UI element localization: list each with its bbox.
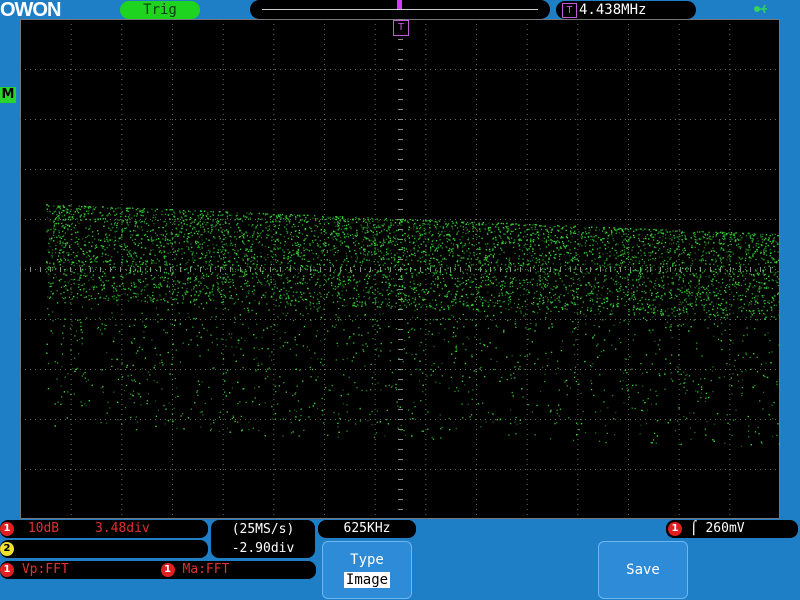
memory-position-bar [250, 0, 550, 19]
type-softkey-value: Image [343, 572, 391, 588]
sample-rate: (25MS/s) [231, 522, 295, 537]
ch1-index-icon: 1 [0, 521, 14, 536]
trigger-frequency-readout: T 4.438MHz [556, 1, 696, 19]
trigger-channel-icon: 1 [668, 521, 682, 536]
ch1-scale: 10dB [27, 521, 60, 536]
usb-icon [752, 2, 770, 18]
trigger-position-marker: T [393, 20, 409, 36]
fft-status: 1 Vp:FFT 1 Ma:FFT [0, 561, 316, 579]
ch1-status: 1 10dB 3.48div [0, 520, 208, 538]
timebase-status: (25MS/s) -2.90div [211, 520, 315, 558]
type-softkey[interactable]: Type Image [322, 541, 412, 599]
waveform-display[interactable] [20, 19, 780, 519]
math-channel-marker: M [0, 87, 16, 103]
fft-mode-icon: 1 [160, 562, 175, 577]
trigger-icon: T [562, 2, 577, 18]
fft-source: Vp:FFT [21, 562, 69, 577]
type-softkey-label: Type [350, 552, 384, 568]
fft-frequency-readout: 625KHz [318, 520, 416, 538]
trigger-status-badge: Trig [120, 1, 200, 19]
fft-source-icon: 1 [0, 562, 14, 577]
fft-noise-trace [46, 204, 780, 447]
save-button[interactable]: Save [598, 541, 688, 599]
time-offset: -2.90div [231, 541, 295, 556]
fft-mode: Ma:FFT [182, 562, 230, 577]
trigger-level-readout: 1 ⌠ 260mV [666, 520, 798, 538]
trigger-frequency-value: 4.438MHz [579, 2, 647, 18]
softkey-panel: Type Image Save [318, 539, 800, 600]
ch2-index-icon: 2 [0, 541, 14, 556]
owon-logo: OWON [0, 0, 61, 21]
ch1-offset: 3.48div [94, 521, 150, 536]
waveform-graticule [20, 19, 780, 519]
memory-bar-line [262, 9, 538, 10]
trigger-level-value: 260mV [705, 521, 745, 536]
trigger-position-mark [397, 0, 402, 9]
rising-edge-icon: ⌠ [689, 521, 698, 536]
ch2-status: 2 [0, 540, 208, 558]
